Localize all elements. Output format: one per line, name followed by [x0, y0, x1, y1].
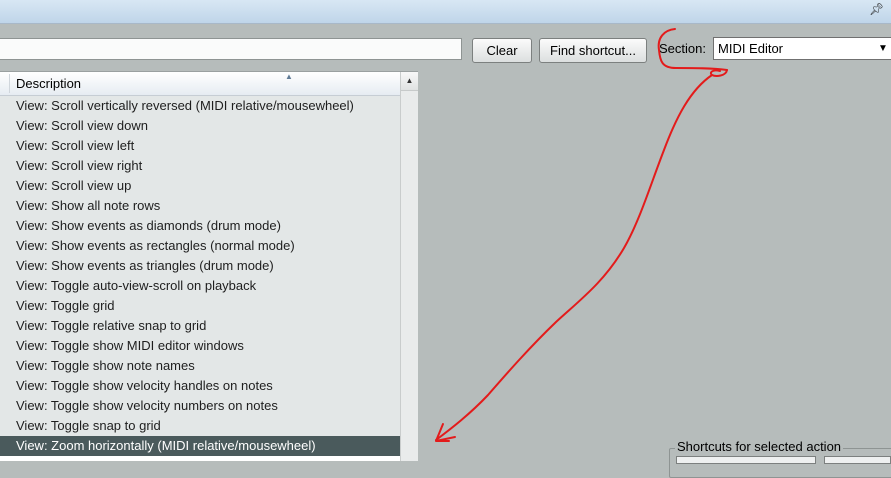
list-item[interactable]: View: Toggle show velocity handles on no…: [0, 376, 400, 396]
list-item[interactable]: View: Scroll view up: [0, 176, 400, 196]
section-label: Section:: [659, 41, 706, 56]
action-list: Description ▲ View: Scroll vertically re…: [0, 71, 418, 461]
list-item[interactable]: View: Scroll vertically reversed (MIDI r…: [0, 96, 400, 116]
list-item[interactable]: View: Toggle show MIDI editor windows: [0, 336, 400, 356]
list-item[interactable]: View: Show events as diamonds (drum mode…: [0, 216, 400, 236]
filter-input[interactable]: [0, 38, 462, 60]
section-value: MIDI Editor: [718, 41, 784, 56]
annotation-arrowhead: [435, 423, 456, 442]
list-item[interactable]: View: Zoom horizontally (MIDI relative/m…: [0, 436, 400, 456]
scroll-up-icon[interactable]: ▲: [401, 72, 418, 91]
vertical-scrollbar[interactable]: ▲: [400, 72, 418, 461]
section-dropdown[interactable]: MIDI Editor ▼: [713, 37, 891, 60]
description-column-header[interactable]: Description: [16, 76, 81, 91]
header-divider: [9, 74, 10, 93]
list-item[interactable]: View: Show events as rectangles (normal …: [0, 236, 400, 256]
list-item[interactable]: View: Toggle show velocity numbers on no…: [0, 396, 400, 416]
annotation-arrow-line: [435, 74, 713, 441]
list-header[interactable]: Description ▲: [0, 72, 400, 96]
action-rows: View: Scroll vertically reversed (MIDI r…: [0, 96, 400, 456]
find-shortcut-button[interactable]: Find shortcut...: [539, 38, 647, 63]
annotation-loop: [709, 69, 728, 77]
list-item[interactable]: View: Toggle show note names: [0, 356, 400, 376]
list-item[interactable]: View: Show all note rows: [0, 196, 400, 216]
list-item[interactable]: View: Scroll view left: [0, 136, 400, 156]
list-item[interactable]: View: Toggle grid: [0, 296, 400, 316]
shortcut-list-box[interactable]: [676, 456, 816, 464]
list-item[interactable]: View: Show events as triangles (drum mod…: [0, 256, 400, 276]
pin-icon[interactable]: 📌︎: [869, 2, 884, 16]
list-item[interactable]: View: Toggle snap to grid: [0, 416, 400, 436]
list-item[interactable]: View: Scroll view right: [0, 156, 400, 176]
list-item[interactable]: View: Toggle auto-view-scroll on playbac…: [0, 276, 400, 296]
list-item[interactable]: View: Scroll view down: [0, 116, 400, 136]
list-item[interactable]: View: Toggle relative snap to grid: [0, 316, 400, 336]
title-bar: 📌︎: [0, 0, 891, 24]
clear-button[interactable]: Clear: [472, 38, 532, 63]
sort-ascending-icon: ▲: [285, 72, 293, 81]
shortcuts-group-title: Shortcuts for selected action: [675, 439, 844, 454]
shortcut-action-button[interactable]: [824, 456, 891, 464]
chevron-down-icon[interactable]: ▼: [876, 38, 890, 59]
